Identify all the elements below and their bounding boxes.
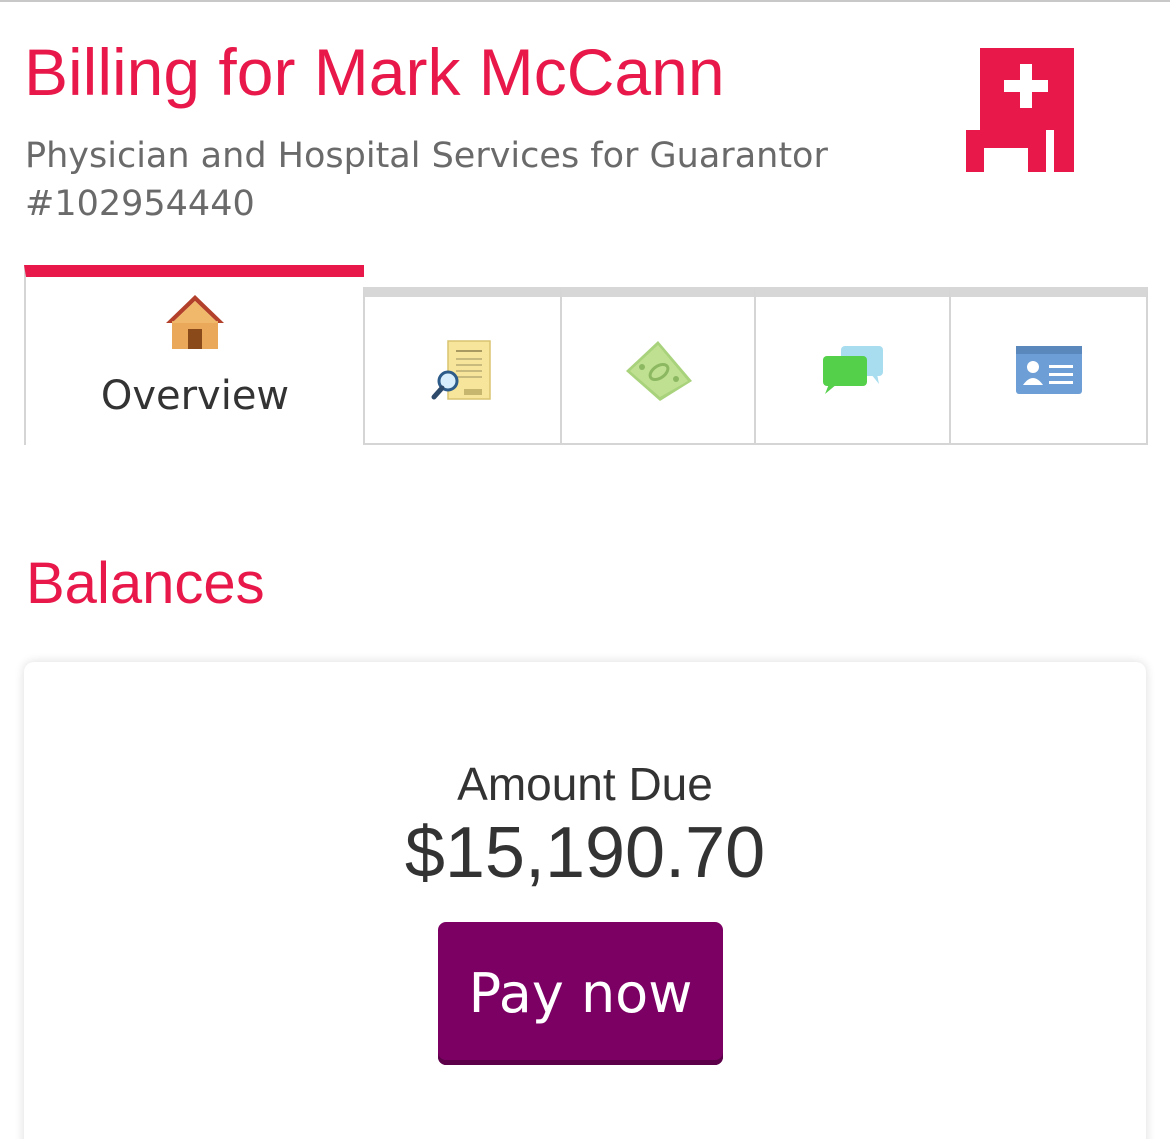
tab-overview[interactable]: Overview xyxy=(24,265,364,445)
page-title: Billing for Mark McCann xyxy=(24,35,725,109)
balance-card: Amount Due $15,190.70 Pay now xyxy=(24,662,1146,1139)
house-icon xyxy=(166,295,224,349)
hospital-cross-logo-icon xyxy=(966,48,1074,172)
id-card-icon xyxy=(1015,346,1082,394)
tab-bar: Overview xyxy=(24,265,1148,445)
amount-due-label: Amount Due xyxy=(457,758,713,810)
tab-messages[interactable] xyxy=(754,287,951,445)
invoice-search-icon xyxy=(431,340,491,400)
balances-heading: Balances xyxy=(26,551,265,616)
amount-due-value: $15,190.70 xyxy=(404,813,766,893)
chat-bubbles-icon xyxy=(822,346,883,394)
tab-account[interactable] xyxy=(949,287,1148,445)
tab-statements[interactable] xyxy=(363,287,562,445)
pay-now-button[interactable]: Pay now xyxy=(438,922,723,1065)
page-subtitle: Physician and Hospital Services for Guar… xyxy=(25,136,828,224)
tab-payments[interactable] xyxy=(560,287,756,445)
money-icon xyxy=(626,341,692,401)
tab-overview-label: Overview xyxy=(100,373,290,419)
